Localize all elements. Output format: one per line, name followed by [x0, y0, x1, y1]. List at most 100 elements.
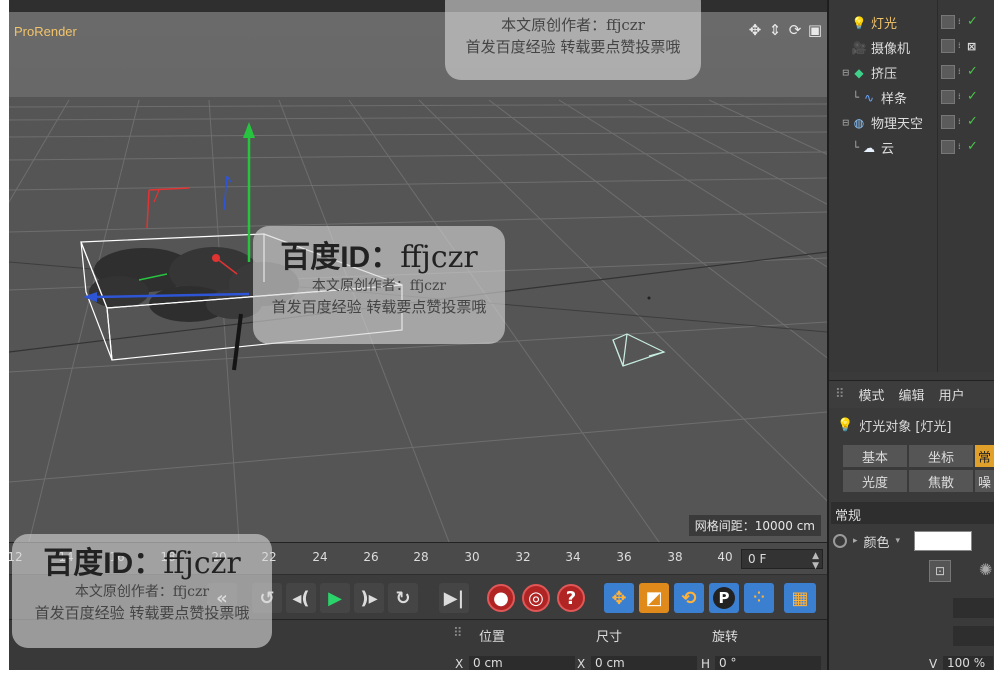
rotate-view-icon[interactable]: ⟳	[787, 22, 803, 38]
next-key-icon: ↻	[395, 587, 411, 609]
tab-photometric[interactable]: 光度	[843, 470, 907, 492]
current-frame-field[interactable]: 0 F ▲ ▼	[741, 549, 823, 571]
object-row-spline[interactable]: └ ∿ 样条 ⁞ ✓	[829, 85, 994, 110]
dots-tool-button[interactable]: ⁘	[744, 583, 774, 613]
play-icon: ▶	[328, 587, 342, 609]
menu-edit[interactable]: 编辑	[899, 385, 925, 404]
tree-collapse-icon[interactable]: ⊟	[829, 66, 849, 79]
move-tool-button[interactable]: ✥	[604, 583, 634, 613]
film-icon: ▦	[791, 587, 809, 609]
attribute-object-title: 💡 灯光对象 [灯光]	[829, 411, 994, 439]
move-icon: ✥	[611, 587, 627, 609]
frame-spinner-icon[interactable]: ▲ ▼	[812, 551, 819, 571]
layer-flag[interactable]	[941, 114, 955, 129]
key-help-button[interactable]: ?	[557, 584, 585, 612]
visibility-dots-icon[interactable]: ⁞	[958, 17, 964, 25]
rotate-tool-button[interactable]: ⟲	[674, 583, 704, 613]
object-row-physical-sky[interactable]: ⊟ ◍ 物理天空 ⁞ ✓	[829, 110, 994, 135]
timeline-tick: 22	[261, 550, 277, 564]
maximize-view-icon[interactable]: ▣	[807, 22, 823, 38]
object-row-camera[interactable]: 🎥 摄像机 ⁞ ⊠	[829, 35, 994, 60]
c4d-window: ProRender ✥ ⇕ ⟳ ▣ 网格间距：10000 cm 12 14 16…	[9, 0, 994, 670]
object-name: 摄像机	[871, 42, 911, 57]
timeline-tick: 26	[363, 550, 379, 564]
go-start-icon: «	[216, 587, 228, 609]
rotate-icon: ⟲	[681, 587, 697, 609]
object-row-light[interactable]: 💡 灯光 ⁞ ✓	[829, 10, 994, 35]
size-x-field[interactable]: 0 cm	[591, 656, 697, 670]
next-key-button[interactable]: ↻	[388, 583, 418, 613]
move-view-icon[interactable]: ✥	[747, 22, 763, 38]
enabled-check-icon[interactable]: ✓	[967, 14, 978, 29]
position-x-field[interactable]: 0 cm	[469, 656, 575, 670]
visibility-dots-icon[interactable]: ⁞	[958, 117, 964, 125]
tab-coords[interactable]: 坐标	[909, 445, 973, 467]
color-swatch[interactable]	[914, 531, 973, 551]
next-frame-button[interactable]: )▸	[354, 583, 384, 613]
enabled-check-icon[interactable]: ✓	[967, 114, 978, 129]
object-flags: ⁞ ✓	[941, 139, 978, 154]
timeline-tick: 14	[58, 550, 74, 564]
timeline-tick: 36	[616, 550, 632, 564]
go-start-button[interactable]: «	[207, 583, 237, 613]
object-row-extrude[interactable]: ⊟ ◆ 挤压 ⁞ ✓	[829, 60, 994, 85]
play-button[interactable]: ▶	[320, 583, 350, 613]
record-button[interactable]: ●	[487, 584, 515, 612]
scale-icon: ◩	[645, 587, 663, 609]
timeline-tick: 38	[667, 550, 683, 564]
rotation-h-field[interactable]: 0 °	[715, 656, 821, 670]
layer-flag[interactable]	[941, 64, 955, 79]
color-dropdown-icon[interactable]: ▾	[896, 536, 901, 546]
enabled-check-icon[interactable]: ✓	[967, 89, 978, 104]
prev-frame-icon: ◂(	[292, 587, 310, 609]
visibility-dots-icon[interactable]: ⁞	[958, 67, 964, 75]
scale-tool-button[interactable]: ◩	[639, 583, 669, 613]
v-field[interactable]: 100 %	[943, 656, 993, 670]
camera-active-icon[interactable]: ⊠	[967, 40, 976, 53]
param-tool-button[interactable]: P	[709, 583, 739, 613]
layer-flag[interactable]	[941, 89, 955, 104]
film-tool-button[interactable]: ▦	[784, 583, 816, 613]
layer-flag[interactable]	[941, 14, 955, 29]
color-row: ▸ 颜色 ▾	[833, 530, 993, 552]
object-row-cloud[interactable]: └ ☁ 云 ⁞ ✓	[829, 135, 994, 160]
visibility-dots-icon[interactable]: ⁞	[958, 42, 964, 50]
color-field-2[interactable]	[953, 626, 994, 646]
menu-user[interactable]: 用户	[939, 385, 965, 404]
tree-connector: └	[852, 141, 859, 154]
visibility-dots-icon[interactable]: ⁞	[958, 142, 964, 150]
animate-radio[interactable]	[833, 534, 847, 548]
viewport-scene	[9, 12, 827, 542]
tree-collapse-icon[interactable]: ⊟	[829, 116, 849, 129]
enabled-check-icon[interactable]: ✓	[967, 139, 978, 154]
grid-spacing-label: 网格间距：10000 cm	[688, 515, 821, 536]
layer-flag[interactable]	[941, 39, 955, 53]
prev-key-button[interactable]: ↺	[252, 583, 282, 613]
rotation-header: 旋转	[712, 630, 739, 645]
enabled-check-icon[interactable]: ✓	[967, 64, 978, 79]
object-flags: ⁞ ✓	[941, 89, 978, 104]
expand-arrow-icon[interactable]: ▸	[853, 536, 858, 546]
viewport[interactable]: ProRender ✥ ⇕ ⟳ ▣ 网格间距：10000 cm	[9, 12, 827, 542]
color-field[interactable]	[953, 598, 994, 618]
tab-noise[interactable]: 噪	[975, 470, 994, 492]
param-icon: P	[713, 587, 735, 609]
menu-mode[interactable]: 模式	[859, 385, 885, 404]
timeline-tick: 18	[160, 550, 176, 564]
visibility-dots-icon[interactable]: ⁞	[958, 92, 964, 100]
go-end-button[interactable]: ▶|	[439, 583, 469, 613]
tab-general[interactable]: 常	[975, 445, 994, 467]
go-end-icon: ▶|	[443, 587, 465, 609]
layer-flag[interactable]	[941, 139, 955, 154]
prev-frame-button[interactable]: ◂(	[286, 583, 316, 613]
tab-caustics[interactable]: 焦散	[909, 470, 973, 492]
pan-vertical-icon[interactable]: ⇕	[767, 22, 783, 38]
viewport-nav-icons: ✥ ⇕ ⟳ ▣	[747, 22, 823, 38]
object-flags: ⁞ ✓	[941, 14, 978, 29]
timeline-ruler[interactable]: 12 14 16 18 20 22 24 26 28 30 32 34 36 3…	[9, 542, 827, 574]
color-wheel-icon[interactable]: ✺	[979, 560, 992, 579]
color-picker-icon[interactable]: ⊡	[929, 560, 951, 582]
tab-basic[interactable]: 基本	[843, 445, 907, 467]
auto-key-button[interactable]: ◎	[522, 584, 550, 612]
timeline-tick: 34	[565, 550, 581, 564]
